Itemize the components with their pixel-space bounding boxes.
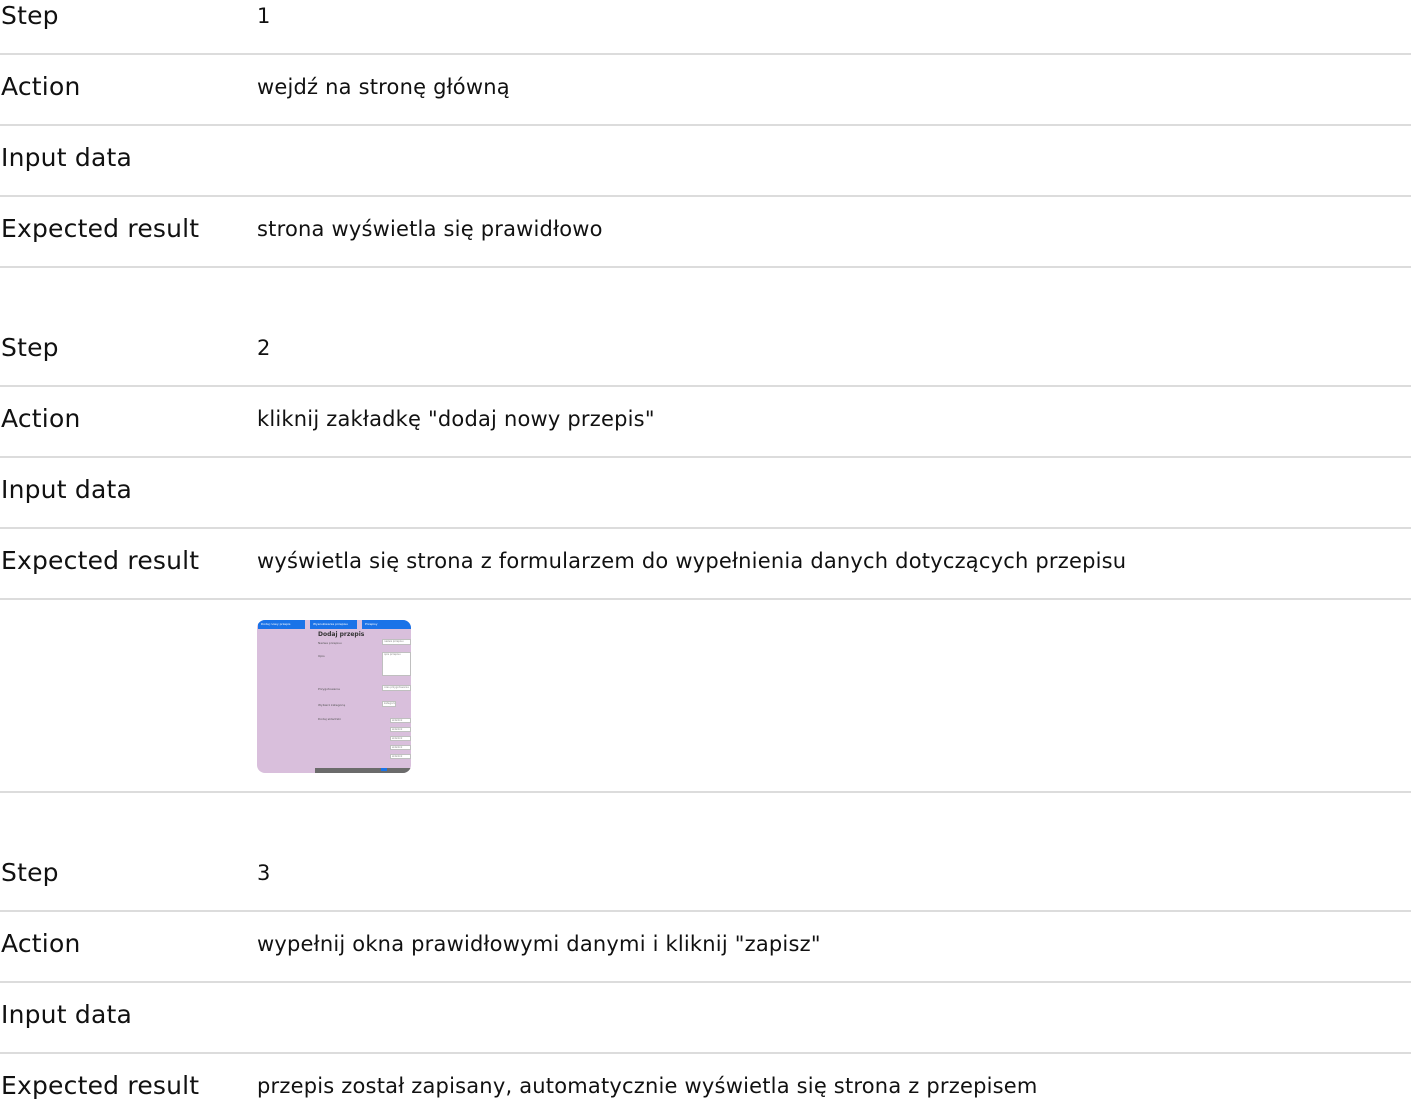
- thumb-ingredient-input: składnik: [390, 745, 411, 750]
- thumb-field-label: Opis: [318, 654, 325, 658]
- thumb-tab: Wyszukiwanie przepisu: [310, 620, 357, 629]
- step-label: Step: [1, 1, 59, 30]
- action-row: Action kliknij zakładkę "dodaj nowy prze…: [0, 387, 1411, 458]
- thumb-ingredient-input: składnik: [390, 754, 411, 759]
- expected-result-value: strona wyświetla się prawidłowo: [257, 217, 603, 241]
- input-data-label: Input data: [1, 143, 132, 172]
- test-steps: Step 1 Action wejdź na stronę główną Inp…: [0, 0, 1411, 1100]
- thumb-ingredient-input: składnik: [390, 727, 411, 732]
- expected-result-row: Expected result wyświetla się strona z f…: [0, 529, 1411, 600]
- thumb-field-select: kategoria: [382, 701, 396, 707]
- action-row: Action wejdź na stronę główną: [0, 55, 1411, 126]
- thumb-tab: Przepisy: [362, 620, 411, 629]
- action-value: wejdź na stronę główną: [257, 75, 510, 99]
- thumb-footer: [315, 768, 411, 773]
- thumb-form-title: Dodaj przepis: [318, 631, 365, 638]
- expected-result-value: przepis został zapisany, automatycznie w…: [257, 1074, 1038, 1098]
- step-block-1: Step 1 Action wejdź na stronę główną Inp…: [0, 0, 1411, 268]
- input-data-row: Input data: [0, 983, 1411, 1054]
- action-value: kliknij zakładkę "dodaj nowy przepis": [257, 407, 655, 431]
- step-label: Step: [1, 333, 59, 362]
- expected-result-label: Expected result: [1, 214, 200, 243]
- step-row: Step 2: [0, 316, 1411, 387]
- input-data-row: Input data: [0, 126, 1411, 197]
- thumb-field-label: Nazwa przepisu: [318, 641, 342, 645]
- action-row: Action wypełnij okna prawidłowymi danymi…: [0, 912, 1411, 983]
- input-data-row: Input data: [0, 458, 1411, 529]
- thumb-save-button: [381, 768, 387, 771]
- step-block-2: Step 2 Action kliknij zakładkę "dodaj no…: [0, 316, 1411, 793]
- input-data-label: Input data: [1, 475, 132, 504]
- input-data-label: Input data: [1, 1000, 132, 1029]
- expected-result-label: Expected result: [1, 546, 200, 575]
- screenshot-row: Dodaj nowy przepis Wyszukiwanie przepisu…: [0, 600, 1411, 793]
- expected-result-label: Expected result: [1, 1071, 200, 1100]
- step-row: Step 3: [0, 841, 1411, 912]
- thumb-field-input: nazwa przepisu: [382, 639, 411, 645]
- thumb-field-label: Przygotowanie: [318, 687, 340, 691]
- step-block-3: Step 3 Action wypełnij okna prawidłowymi…: [0, 841, 1411, 1100]
- action-label: Action: [1, 72, 81, 101]
- step-label: Step: [1, 858, 59, 887]
- thumb-field-input: czas przygotowania: [382, 685, 411, 691]
- expected-result-value: wyświetla się strona z formularzem do wy…: [257, 549, 1127, 573]
- step-number: 3: [257, 861, 271, 885]
- action-value: wypełnij okna prawidłowymi danymi i klik…: [257, 932, 821, 956]
- thumb-ingredient-input: składnik: [390, 718, 411, 723]
- step-row: Step 1: [0, 0, 1411, 55]
- thumb-field-label: Wybierz kategorię: [318, 703, 346, 707]
- thumb-tab: Dodaj nowy przepis: [258, 620, 305, 629]
- screenshot-thumbnail[interactable]: Dodaj nowy przepis Wyszukiwanie przepisu…: [257, 620, 411, 773]
- action-label: Action: [1, 929, 81, 958]
- thumb-field-label: Dodaj składniki: [318, 717, 341, 721]
- step-number: 2: [257, 336, 271, 360]
- thumb-field-input: opis przepisu: [382, 652, 411, 676]
- expected-result-row: Expected result przepis został zapisany,…: [0, 1054, 1411, 1100]
- expected-result-row: Expected result strona wyświetla się pra…: [0, 197, 1411, 268]
- action-label: Action: [1, 404, 81, 433]
- thumb-ingredient-input: składnik: [390, 736, 411, 741]
- step-number: 1: [257, 4, 271, 28]
